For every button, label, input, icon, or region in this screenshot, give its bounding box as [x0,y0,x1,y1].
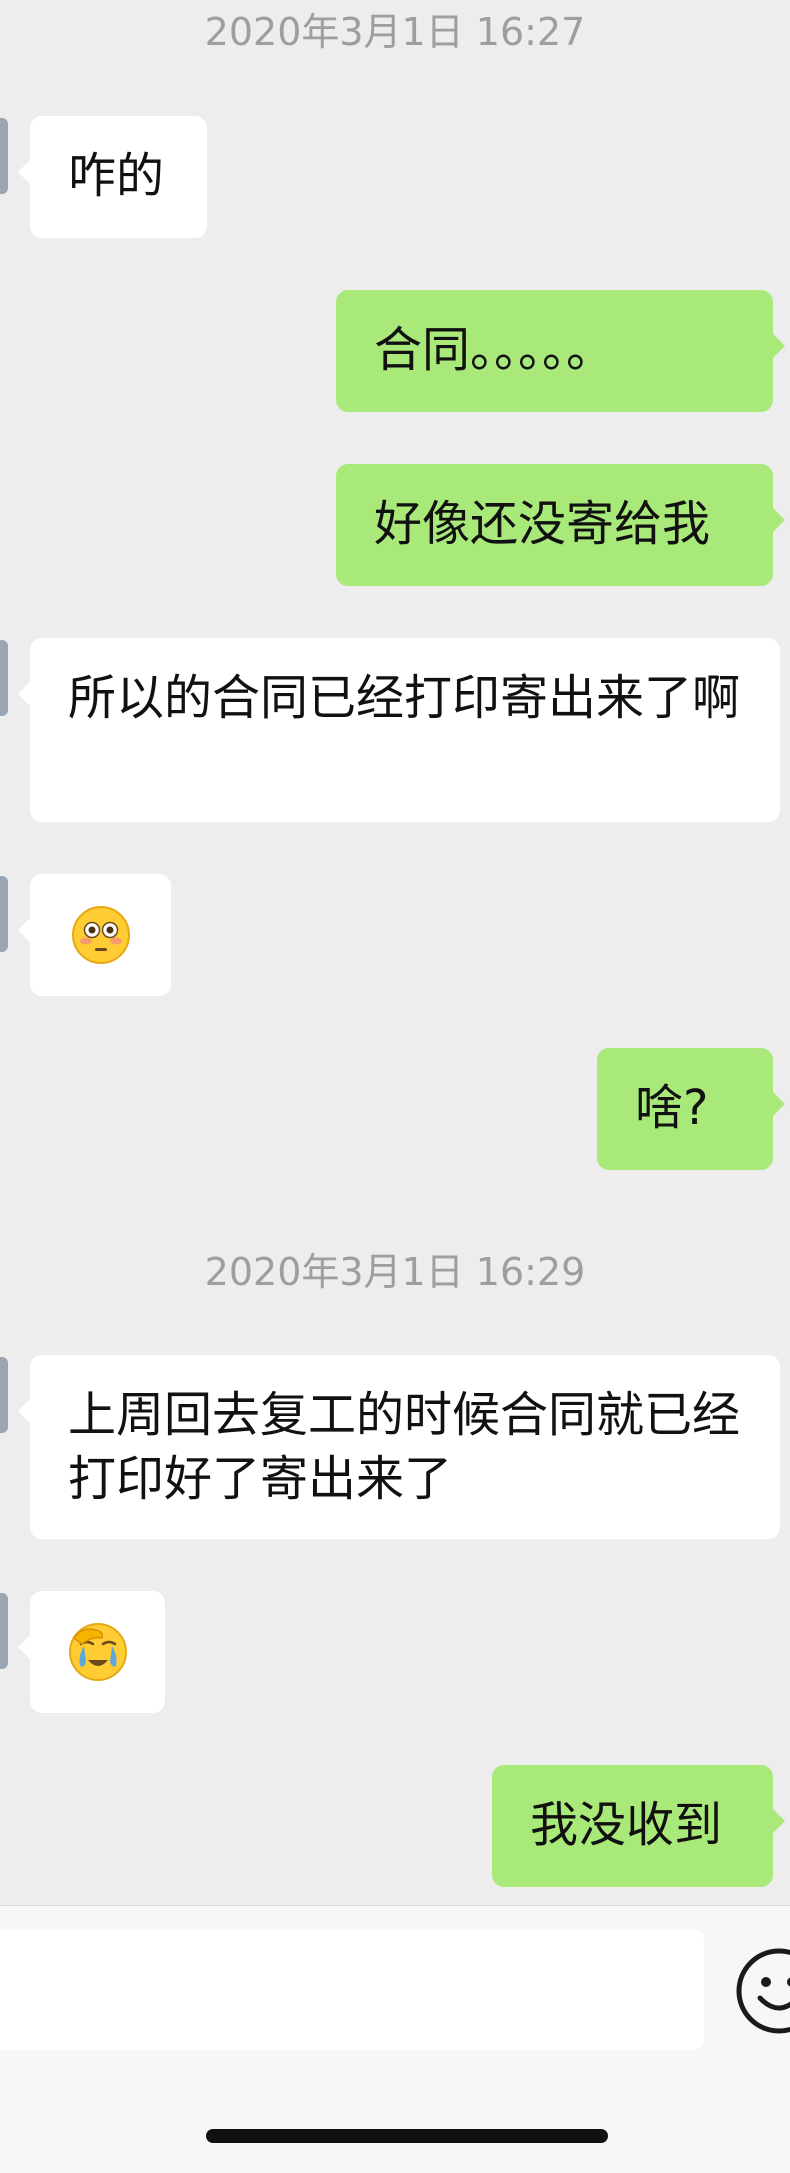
message-text: 上周回去复工的时候合同就已经打印好了寄出来了 [68,1387,741,1507]
input-bar [0,1905,790,2173]
message-bubble-received[interactable] [18,874,171,996]
message-bubble-sent[interactable]: 合同。。。。。 [336,290,785,412]
message-text: 好像还没寄给我 [374,496,711,552]
avatar[interactable] [0,1593,8,1669]
message-text: 啥? [635,1080,709,1136]
message-bubble-sent[interactable]: 啥? [597,1048,785,1170]
message-text: 咋的 [68,148,165,204]
avatar[interactable] [0,640,8,716]
timestamp: 2020年3月1日 16:29 [204,1250,586,1294]
avatar[interactable] [0,118,8,194]
message-bubble-sent[interactable]: 我没收到 [492,1765,785,1887]
message-text: 我没收到 [530,1797,723,1853]
smiley-face-icon[interactable] [734,1946,790,2036]
message-text: 合同。。。。。 [374,322,615,378]
timestamp: 2020年3月1日 16:27 [204,10,586,54]
avatar[interactable] [0,876,8,952]
message-bubble-received[interactable]: 上周回去复工的时候合同就已经打印好了寄出来了 [18,1355,780,1539]
message-text: 所以的合同已经打印寄出来了啊 [68,670,741,726]
message-bubble-received[interactable] [18,1591,165,1713]
avatar[interactable] [0,1357,8,1433]
flushed-face-icon [71,906,130,964]
message-input[interactable] [0,1930,704,2050]
message-bubble-received[interactable]: 所以的合同已经打印寄出来了啊 [18,638,780,822]
home-indicator[interactable] [206,2129,608,2143]
chat-area[interactable]: 2020年3月1日 16:27 咋的 合同。。。。。 好像还没寄给我 所以的合同… [0,0,790,1905]
message-bubble-sent[interactable]: 好像还没寄给我 [336,464,785,586]
message-bubble-received[interactable]: 咋的 [18,116,207,238]
crying-face-with-hand-icon [68,1623,127,1681]
